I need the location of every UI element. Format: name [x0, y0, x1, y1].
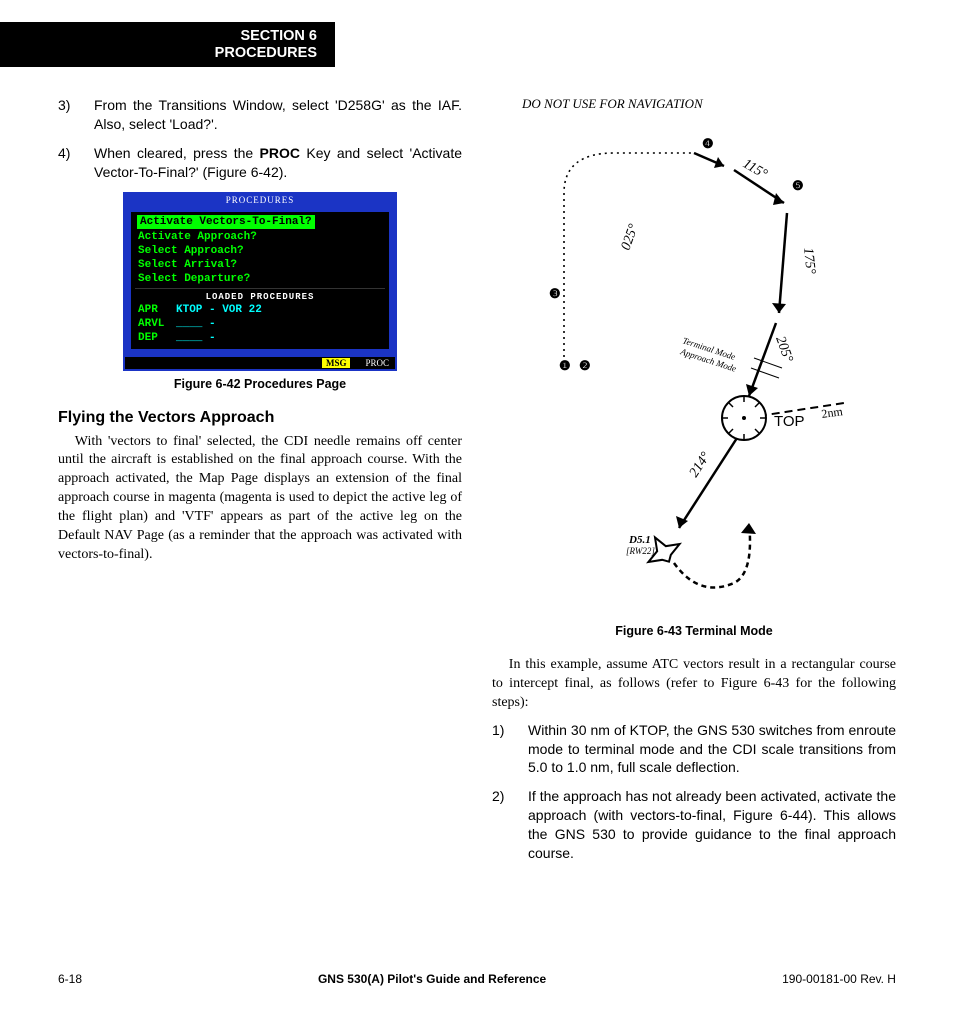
marker-4: ❹	[702, 136, 714, 151]
rw22-label: [RW22]	[626, 546, 655, 556]
bearing-115: 115°	[740, 156, 770, 182]
page-number: 6-18	[58, 972, 82, 986]
bearing-175: 175°	[800, 247, 818, 275]
loaded-title: LOADED PROCEDURES	[135, 291, 385, 303]
step-number: 1)	[492, 721, 510, 778]
subheading: Flying the Vectors Approach	[58, 409, 462, 427]
doc-title: GNS 530(A) Pilot's Guide and Reference	[318, 972, 546, 986]
step-text: Within 30 nm of KTOP, the GNS 530 switch…	[528, 721, 896, 778]
bearing-214: 214°	[687, 449, 714, 480]
figure-6-43: ❶ ❷ ❸ ❹ ❺ 025° 115° 175° 205° 214° TOP 2…	[524, 118, 864, 618]
msg-indicator: MSG	[322, 358, 351, 368]
proc-indicator: PROC	[365, 358, 389, 368]
bearing-205: 205°	[772, 334, 795, 365]
procedures-title: PROCEDURES	[125, 194, 395, 206]
step-4: 4) When cleared, press the PROC Key and …	[58, 144, 462, 182]
menu-item: Activate Approach?	[135, 230, 385, 244]
step-1: 1) Within 30 nm of KTOP, the GNS 530 swi…	[492, 721, 896, 778]
header-line2: PROCEDURES	[10, 45, 317, 62]
bearing-025: 025°	[619, 222, 642, 253]
header-line1: SECTION 6	[10, 28, 317, 45]
body-para: In this example, assume ATC vectors resu…	[492, 656, 896, 713]
top-label: TOP	[774, 413, 805, 430]
d51-label: D5.1	[628, 534, 651, 546]
body-para: With 'vectors to final' selected, the CD…	[58, 433, 462, 565]
nav-warning: DO NOT USE FOR NAVIGATION	[522, 96, 896, 112]
step-text: From the Transitions Window, select 'D25…	[94, 96, 462, 134]
step-3: 3) From the Transitions Window, select '…	[58, 96, 462, 134]
fig642-caption: Figure 6-42 Procedures Page	[58, 377, 462, 391]
proc-key: PROC	[260, 145, 300, 161]
marker-3: ❸	[549, 286, 561, 301]
step-text: If the approach has not already been act…	[528, 787, 896, 863]
right-column: DO NOT USE FOR NAVIGATION	[492, 96, 896, 873]
section-header: SECTION 6 PROCEDURES	[0, 22, 335, 67]
menu-item: Select Departure?	[135, 272, 385, 286]
fig643-caption: Figure 6-43 Terminal Mode	[492, 624, 896, 638]
figure-6-42: PROCEDURES Activate Vectors-To-Final? Ac…	[123, 192, 397, 371]
marker-5: ❺	[792, 178, 804, 193]
page-footer: 6-18 GNS 530(A) Pilot's Guide and Refere…	[58, 972, 896, 986]
left-column: 3) From the Transitions Window, select '…	[58, 96, 462, 873]
menu-item: Activate Vectors-To-Final?	[137, 215, 315, 229]
step-number: 3)	[58, 96, 76, 134]
menu-item: Select Approach?	[135, 244, 385, 258]
step-text: When cleared, press the PROC Key and sel…	[94, 144, 462, 182]
step-2: 2) If the approach has not already been …	[492, 787, 896, 863]
menu-item: Select Arrival?	[135, 258, 385, 272]
two-nm: 2nm	[820, 404, 844, 421]
marker-2: ❷	[579, 358, 591, 373]
step-number: 4)	[58, 144, 76, 182]
step-number: 2)	[492, 787, 510, 863]
marker-1: ❶	[559, 358, 571, 373]
doc-rev: 190-00181-00 Rev. H	[782, 972, 896, 986]
